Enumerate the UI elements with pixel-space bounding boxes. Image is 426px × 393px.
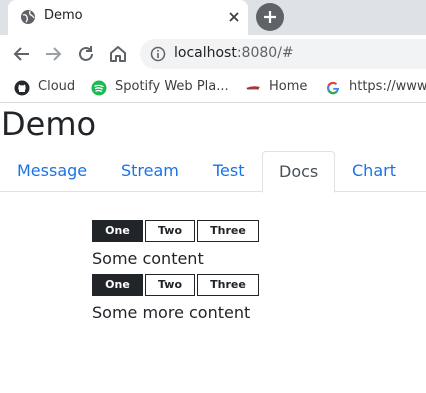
option-three-button[interactable]: Three — [197, 274, 259, 296]
browser-tab[interactable]: Demo — [8, 0, 248, 35]
bookmarks-bar: Cloud Spotify Web Pla... Home https://ww… — [0, 73, 426, 103]
content-text-1: Some content — [92, 249, 204, 268]
bookmark-label: Cloud — [38, 79, 76, 94]
page-title: Demo — [1, 105, 97, 143]
back-arrow-icon[interactable] — [11, 43, 33, 65]
tab-stream[interactable]: Stream — [105, 151, 195, 192]
info-icon[interactable] — [150, 46, 166, 62]
tab-test[interactable]: Test — [197, 151, 261, 192]
option-two-button[interactable]: Two — [145, 220, 195, 242]
reload-icon[interactable] — [75, 43, 97, 65]
tab-title: Demo — [44, 8, 83, 23]
browser-tabstrip: Demo — [0, 0, 426, 35]
bookmark-label: Home — [269, 79, 308, 94]
home-bookmark-icon — [246, 86, 260, 90]
spotify-icon — [91, 80, 107, 96]
globe-icon — [21, 10, 35, 24]
tab-message[interactable]: Message — [1, 151, 103, 192]
url-path: :8080/# — [236, 45, 294, 61]
forward-arrow-icon[interactable] — [42, 43, 64, 65]
google-icon — [327, 81, 339, 95]
plus-icon — [264, 11, 276, 23]
option-two-button[interactable]: Two — [145, 274, 195, 296]
page-tabs: Message Stream Test Docs Chart — [0, 151, 426, 193]
bookmark-label: https://www — [349, 79, 426, 94]
tab-docs[interactable]: Docs — [262, 151, 336, 193]
browser-toolbar: localhost:8080/# — [0, 35, 426, 73]
bookmark-label: Spotify Web Pla... — [115, 79, 229, 94]
option-one-button[interactable]: One — [92, 220, 143, 242]
option-one-button[interactable]: One — [92, 274, 143, 296]
close-icon[interactable] — [226, 9, 242, 25]
tab-chart[interactable]: Chart — [336, 151, 412, 192]
home-icon[interactable] — [107, 43, 129, 65]
url-text: localhost:8080/# — [174, 45, 294, 61]
github-icon — [14, 80, 30, 96]
option-three-button[interactable]: Three — [197, 220, 259, 242]
new-tab-button[interactable] — [256, 3, 284, 31]
content-text-2: Some more content — [92, 303, 251, 322]
url-host: localhost — [174, 45, 237, 61]
address-bar[interactable]: localhost:8080/# — [140, 39, 426, 69]
